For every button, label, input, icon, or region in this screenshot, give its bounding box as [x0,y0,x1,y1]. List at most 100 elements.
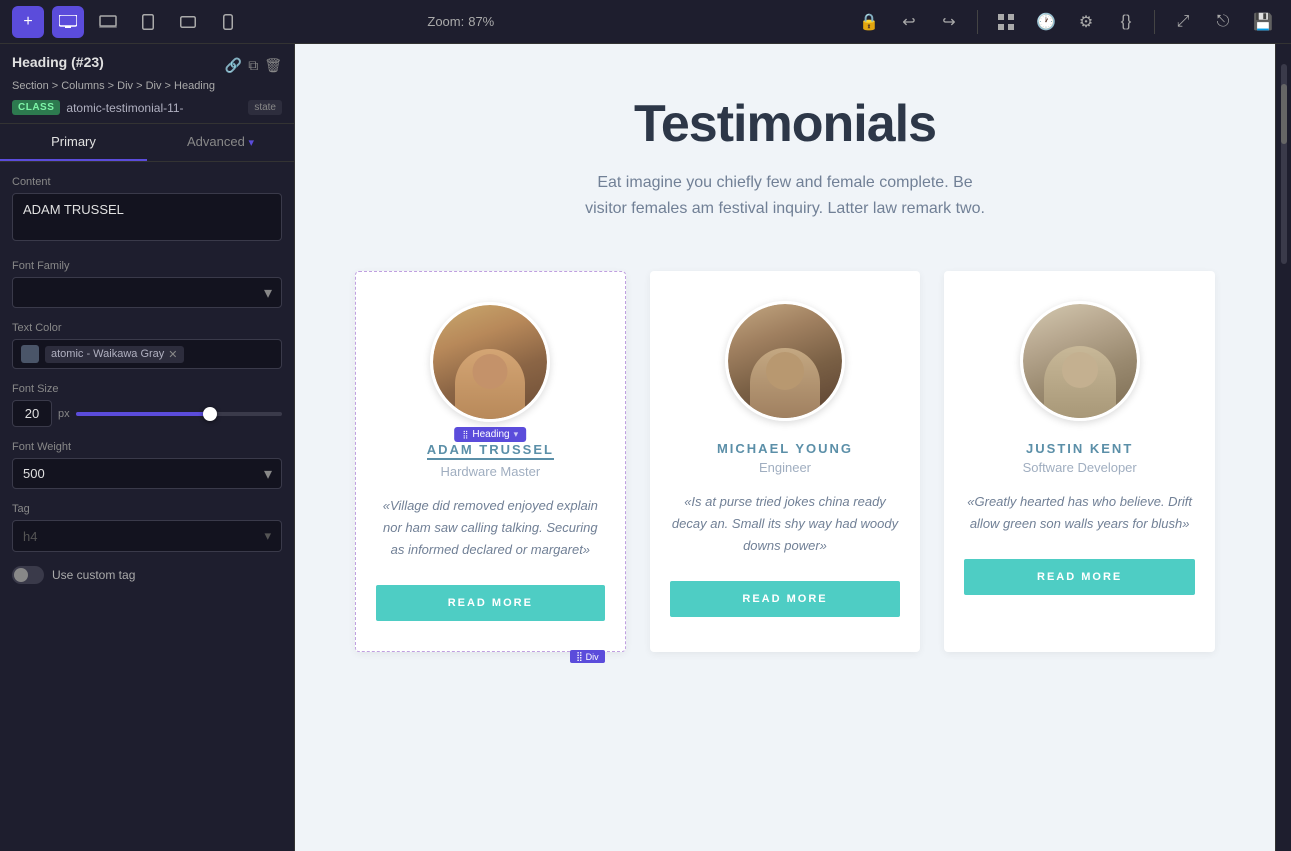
font-size-row: px [12,400,282,427]
div-badge-label: Div [586,652,599,662]
div-dots-icon: ⣿ [576,651,583,662]
person-role-3: Software Developer [1023,460,1137,475]
toolbar-right: 🔒 ↩ ↪ 🕐 ⚙ {} ⤢ ⎋ 💾 [853,6,1279,38]
person-name-1: ADAM TRUSSEL [427,442,554,460]
cards-grid: ⣿ Heading ▾ ADAM TRUSSEL Har [355,271,1215,652]
avatar-3-image [1023,304,1137,418]
font-size-group: Font Size px [12,383,282,427]
custom-tag-row: Use custom tag [12,566,282,584]
color-swatch[interactable] [21,345,39,363]
section-title: Testimonials [335,94,1235,154]
tag-field[interactable]: h4 ▾ [12,520,282,552]
font-size-input[interactable] [12,400,52,427]
font-size-slider[interactable] [76,412,282,416]
code-icon[interactable]: {} [1110,6,1142,38]
testimonial-card-3: JUSTIN KENT Software Developer «Greatly … [944,271,1215,652]
add-icon[interactable]: + [12,6,44,38]
color-remove-icon[interactable]: ✕ [168,348,177,361]
text-color-group: Text Color atomic - Waikawa Gray ✕ [12,322,282,369]
font-size-unit: px [58,408,70,420]
redo-icon[interactable]: ↪ [933,6,965,38]
delete-icon[interactable]: 🗑 [264,57,282,74]
content-label: Content [12,176,282,188]
tab-advanced[interactable]: Advanced ▾ [147,124,294,161]
testimonial-text-3: «Greatly hearted has who believe. Drift … [944,491,1215,535]
link-icon[interactable]: 🔗 [225,57,242,74]
right-scrollbar [1275,44,1291,851]
read-more-btn-2[interactable]: READ MORE [670,581,901,617]
color-tag: atomic - Waikawa Gray ✕ [45,346,184,363]
person-name-3: JUSTIN KENT [1026,441,1133,456]
separator2 [1154,10,1155,34]
grid-layout-icon[interactable] [990,6,1022,38]
scrollbar-track[interactable] [1281,64,1287,264]
heading-dots-icon: ⣿ [463,430,469,439]
zoom-display: Zoom: 87% [427,14,494,29]
custom-tag-toggle[interactable] [12,566,44,584]
class-badge: CLASS [12,100,60,115]
font-size-label: Font Size [12,383,282,395]
left-panel: Heading (#23) 🔗 ⧉ 🗑 Section > Columns > … [0,44,295,851]
element-title: Heading (#23) [12,54,104,70]
fullscreen-icon[interactable]: ⤢ [1167,6,1199,38]
panel-header: Heading (#23) 🔗 ⧉ 🗑 Section > Columns > … [0,44,294,124]
panel-body: Content ADAM TRUSSEL Font Family Text Co… [0,162,294,598]
panel-tabs: Primary Advanced ▾ [0,124,294,162]
testimonial-text-2: «Is at purse tried jokes china ready dec… [650,491,921,557]
heading-close-icon[interactable]: ▾ [514,429,519,440]
duplicate-icon[interactable]: ⧉ [248,57,258,74]
testimonial-card-2: MICHAEL YOUNG Engineer «Is at purse trie… [650,271,921,652]
text-color-label: Text Color [12,322,282,334]
class-name: atomic-testimonial-11- [66,101,242,115]
toggle-knob [14,568,28,582]
tablet-landscape-icon[interactable] [172,6,204,38]
zoom-label: Zoom: [427,14,464,29]
person-role-2: Engineer [759,460,811,475]
tablet-icon[interactable] [132,6,164,38]
read-more-btn-3[interactable]: READ MORE [964,559,1195,595]
color-field[interactable]: atomic - Waikawa Gray ✕ [12,339,282,369]
heading-badge: ⣿ Heading ▾ [455,427,527,442]
slider-thumb[interactable] [203,407,217,421]
person-name-2: MICHAEL YOUNG [717,441,853,456]
lock-icon[interactable]: 🔒 [853,6,885,38]
breadcrumb: Section > Columns > Div > Div > Heading [12,80,282,92]
save-icon[interactable]: 💾 [1247,6,1279,38]
testimonials-section: Testimonials Eat imagine you chiefly few… [295,44,1275,851]
content-textarea[interactable]: ADAM TRUSSEL [12,193,282,241]
history-icon[interactable]: 🕐 [1030,6,1062,38]
font-family-label: Font Family [12,260,282,272]
settings-icon[interactable]: ⚙ [1070,6,1102,38]
custom-tag-label: Use custom tag [52,568,135,582]
font-family-select-wrapper [12,277,282,308]
color-name: atomic - Waikawa Gray [51,348,164,360]
tag-value: h4 [23,529,37,544]
font-weight-label: Font Weight [12,441,282,453]
avatar-2-image [728,304,842,418]
avatar [430,302,550,422]
mobile-icon[interactable] [212,6,244,38]
laptop-icon[interactable] [92,6,124,38]
class-row: CLASS atomic-testimonial-11- state [12,100,282,115]
testimonial-card: ⣿ Heading ▾ ADAM TRUSSEL Har [355,271,626,652]
font-family-select[interactable] [12,277,282,308]
font-weight-group: Font Weight 500 400 600 700 [12,441,282,489]
font-family-group: Font Family [12,260,282,308]
tag-label: Tag [12,503,282,515]
font-weight-select[interactable]: 500 400 600 700 [12,458,282,489]
heading-badge-label: Heading [472,429,509,440]
main-layout: Heading (#23) 🔗 ⧉ 🗑 Section > Columns > … [0,44,1291,851]
read-more-btn-1[interactable]: READ MORE [376,585,605,621]
slider-fill [76,412,210,416]
tab-primary[interactable]: Primary [0,124,147,161]
avatar-3 [1020,301,1140,421]
desktop-icon[interactable] [52,6,84,38]
avatar-2 [725,301,845,421]
scrollbar-thumb [1281,84,1287,144]
export-icon[interactable]: ⎋ [1207,6,1239,38]
top-toolbar: + Zoom: 87% 🔒 ↩ ↪ 🕐 ⚙ {} ⤢ ⎋ 💾 [0,0,1291,44]
testimonial-text-1: «Village did removed enjoyed explain nor… [356,495,625,561]
div-badge: ⣿ Div [570,650,605,663]
person-role-1: Hardware Master [440,464,540,479]
undo-icon[interactable]: ↩ [893,6,925,38]
